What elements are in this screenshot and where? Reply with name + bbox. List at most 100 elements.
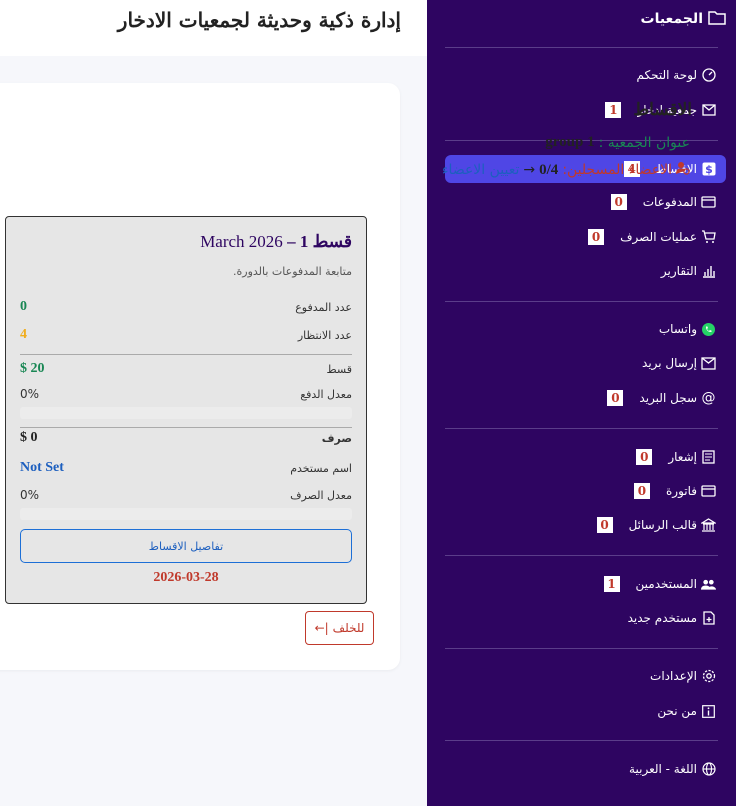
pay-rate-value: 0% (20, 387, 40, 401)
sidebar-divider (445, 648, 718, 649)
sidebar-item-templates[interactable]: قالب الرسائل 0 (596, 514, 716, 536)
sidebar-item-invoice[interactable]: فاتورة 0 (633, 480, 716, 502)
count-badge: 1 (603, 576, 620, 592)
sidebar-item-label: المستخدمين (635, 577, 697, 591)
sidebar-item-whatsapp[interactable]: واتساب (659, 318, 716, 340)
disburse-rate-label: معدل الصرف (290, 488, 352, 502)
card-icon (701, 484, 716, 499)
whatsapp-icon (701, 322, 716, 337)
card-title-prefix: قسط 1 – (287, 232, 352, 251)
sidebar-divider (445, 301, 718, 302)
sidebar-item-notices[interactable]: إشعار 0 (636, 446, 716, 468)
installment-details-button[interactable]: تفاصيل الاقساط (20, 529, 352, 563)
sidebar-divider (445, 428, 718, 429)
sidebar-item-mail-log[interactable]: @ سجل البريد 0 (607, 387, 716, 409)
sidebar-item-users[interactable]: المستخدمين 1 (603, 573, 716, 595)
sidebar-item-label: قالب الرسائل (628, 518, 697, 532)
count-badge: 0 (633, 483, 650, 499)
card-subtitle: متابعة المدفوعات بالدورة. (233, 265, 352, 278)
paid-count-value: 0 (20, 299, 27, 314)
card-title-date: March 2026 (200, 232, 283, 251)
back-button[interactable]: للخلف |← (305, 611, 374, 645)
paid-count-label: عدد المدفوع (295, 300, 352, 314)
due-date: 2026-03-28 (153, 570, 219, 585)
assign-members-link[interactable]: تعيين الاعضاء (442, 162, 519, 178)
members-value: 0/4 (539, 161, 559, 178)
sidebar-item-send-mail[interactable]: إرسال بريد (642, 352, 716, 374)
username-value: Not Set (20, 460, 64, 475)
members-info: الاعضاء المسجلين: 0/4 → تعيين الاعضاء (442, 161, 690, 179)
sidebar-item-label: التقارير (660, 264, 697, 278)
sidebar-item-reports[interactable]: التقارير (661, 260, 716, 282)
dollar-icon: $ (701, 162, 716, 177)
sidebar-item-label: فاتورة (665, 484, 697, 498)
info-icon (701, 704, 716, 719)
arrow-back-icon: |← (314, 621, 329, 635)
cart-icon (701, 230, 716, 245)
back-button-label: للخلف (332, 621, 365, 635)
sidebar-divider (445, 47, 718, 48)
sidebar-item-new-user[interactable]: مستخدم جديد (628, 607, 716, 629)
globe-icon (701, 762, 716, 777)
disburse-label: صرف (321, 431, 352, 445)
envelope-icon (701, 103, 716, 118)
arrow-glyph: → (523, 162, 536, 178)
disburse-rate-row: معدل الصرف 0% (20, 488, 352, 502)
disburse-rate-value: 0% (20, 488, 40, 502)
pay-rate-row: معدل الدفع 0% (20, 387, 352, 401)
group-value: group 1 (545, 134, 595, 150)
pay-rate-label: معدل الدفع (300, 387, 352, 401)
installment-amount-value: 20 $ (20, 361, 45, 376)
sidebar-item-label: المدفوعات (642, 195, 697, 209)
installment-amount-row: قسط 20 $ (20, 361, 352, 377)
mail-send-icon (701, 356, 716, 371)
disburse-rate-bar (20, 508, 352, 520)
sidebar: الجمعيات لوحة التحكم جمعية ادخار 1 $ الا… (427, 0, 736, 806)
sidebar-divider (445, 740, 718, 741)
count-badge: 0 (610, 194, 627, 210)
folder-icon (708, 10, 726, 29)
members-label: الاعضاء المسجلين: (562, 162, 672, 178)
sidebar-item-dashboard[interactable]: لوحة التحكم (637, 64, 717, 86)
sidebar-item-label: من نحن (657, 704, 697, 718)
sidebar-item-settings[interactable]: الإعدادات (650, 665, 716, 687)
card-divider (20, 427, 352, 428)
at-icon: @ (701, 390, 716, 406)
sidebar-item-label: الإعدادات (650, 669, 697, 683)
group-label: عنوان الجمعية : (598, 134, 690, 151)
count-badge: 0 (636, 449, 653, 465)
sidebar-item-label: عمليات الصرف (620, 230, 697, 244)
people-icon (701, 577, 716, 592)
count-badge: 0 (588, 229, 605, 245)
page-title: إدارة ذكية وحديثة لجمعيات الادخار (117, 8, 401, 32)
count-badge: 0 (607, 390, 624, 406)
panel-title: الاقساط (633, 100, 692, 120)
card-title: قسط 1 – March 2026 (200, 232, 352, 252)
sidebar-item-label: مستخدم جديد (627, 611, 697, 625)
sidebar-item-language[interactable]: اللغة - العربية (629, 758, 716, 780)
username-label: اسم مستخدم (290, 461, 352, 475)
pending-count-label: عدد الانتظار (297, 328, 352, 342)
bank-icon (701, 518, 716, 533)
group-info: عنوان الجمعية : group 1 (545, 134, 690, 151)
card-divider (20, 354, 352, 355)
pay-rate-bar (20, 407, 352, 419)
sidebar-item-label: واتساب (658, 322, 697, 336)
disburse-row: صرف 0 $ (20, 430, 352, 446)
brand[interactable]: الجمعيات (641, 9, 726, 29)
paid-count-row: عدد المدفوع 0 (20, 299, 352, 315)
gear-icon (701, 669, 716, 684)
sidebar-divider (445, 555, 718, 556)
sidebar-item-payments[interactable]: المدفوعات 0 (610, 191, 716, 213)
top-bar: إدارة ذكية وحديثة لجمعيات الادخار (0, 0, 427, 56)
sidebar-item-disbursements[interactable]: عمليات الصرف 0 (588, 226, 716, 248)
person-gear-icon (676, 161, 690, 179)
count-badge: 1 (605, 102, 622, 118)
pending-count-value: 4 (20, 327, 27, 342)
card-icon (701, 195, 716, 210)
installment-amount-label: قسط (326, 362, 352, 376)
username-row: اسم مستخدم Not Set (20, 460, 352, 476)
sidebar-item-label: إشعار (668, 450, 697, 464)
sidebar-item-about[interactable]: من نحن (657, 700, 716, 722)
installment-card: قسط 1 – March 2026 متابعة المدفوعات بالد… (5, 216, 367, 604)
